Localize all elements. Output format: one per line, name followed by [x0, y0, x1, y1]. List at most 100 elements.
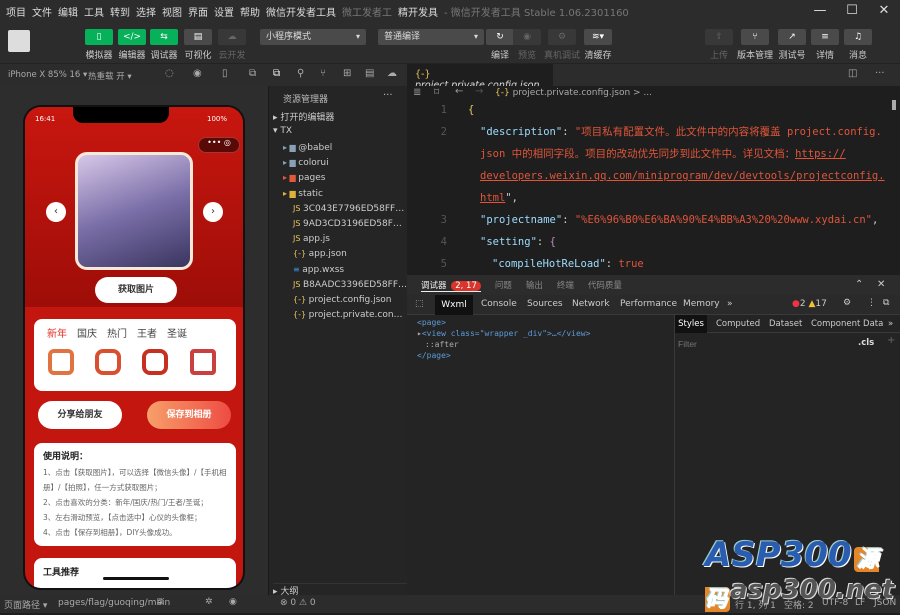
- share-button[interactable]: 分享给朋友: [38, 401, 122, 429]
- cloud-button[interactable]: ☁: [218, 29, 246, 45]
- file-tree-item[interactable]: JS B8AADC3396ED58FFD...: [283, 277, 407, 292]
- explorer-more-button[interactable]: ···: [383, 90, 393, 101]
- tab-component-data[interactable]: Component Data: [811, 319, 883, 329]
- inspect-icon[interactable]: ⬚: [415, 299, 424, 309]
- compile-mode-select[interactable]: 普通编译: [378, 29, 484, 45]
- breadcrumb[interactable]: {-} project.private.config.json > ...: [495, 88, 652, 98]
- code-link[interactable]: https://: [795, 148, 846, 160]
- undock-icon[interactable]: ⧉: [883, 298, 889, 308]
- menu-interface[interactable]: 界面: [188, 4, 208, 19]
- messages-button[interactable]: ♫: [844, 29, 872, 45]
- file-tree-item[interactable]: ▸ ▆ @babel: [283, 140, 407, 155]
- bookmark-icon[interactable]: ⌑: [434, 87, 439, 98]
- menu-settings[interactable]: 设置: [214, 4, 234, 19]
- outline-toggle-icon[interactable]: ≣: [413, 87, 421, 98]
- collapse-icon[interactable]: ⌃: [855, 279, 863, 290]
- tab-console[interactable]: Console: [481, 299, 517, 309]
- cls-button[interactable]: .cls: [858, 338, 874, 348]
- kebab-menu-icon[interactable]: ⋮: [867, 298, 876, 308]
- file-tree-item[interactable]: {-} project.config.json: [283, 292, 407, 307]
- add-rule-button[interactable]: +: [887, 335, 895, 346]
- version-button[interactable]: ⑂: [741, 29, 769, 45]
- more-tabs-button[interactable]: »: [727, 299, 733, 309]
- menu-help[interactable]: 帮助: [240, 4, 260, 19]
- tab-computed[interactable]: Computed: [716, 319, 760, 329]
- tab-issues[interactable]: 问题: [495, 279, 512, 291]
- menu-select[interactable]: 选择: [136, 4, 156, 19]
- tab-sources[interactable]: Sources: [527, 299, 563, 309]
- device-select[interactable]: iPhone X 85% 16 ▾: [8, 70, 87, 80]
- file-tree-item[interactable]: ≡ app.wxss: [283, 262, 407, 277]
- close-devtools-icon[interactable]: ✕: [877, 279, 885, 290]
- get-image-button[interactable]: 获取图片: [95, 277, 177, 303]
- maximize-button[interactable]: ☐: [836, 0, 868, 22]
- real-debug-button[interactable]: ⚙: [548, 29, 576, 45]
- minimize-button[interactable]: —: [804, 0, 836, 22]
- menu-project[interactable]: 项目: [6, 4, 26, 19]
- tab-code-quality[interactable]: 代码质量: [588, 279, 622, 291]
- menu-goto[interactable]: 转到: [110, 4, 130, 19]
- frame-thumb[interactable]: [190, 349, 216, 375]
- menu-tools[interactable]: 工具: [84, 4, 104, 19]
- save-to-album-button[interactable]: 保存到相册: [147, 401, 231, 429]
- split-editor-icon[interactable]: ◫: [848, 68, 857, 79]
- tab-wxml[interactable]: Wxml: [435, 295, 473, 315]
- rotate-icon[interactable]: ◌: [165, 68, 174, 79]
- problems-count[interactable]: ⊗ 0 ⚠ 0: [280, 598, 316, 608]
- upload-button[interactable]: ⇧: [705, 29, 733, 45]
- wxml-node[interactable]: <page>: [417, 317, 590, 328]
- styles-filter-input[interactable]: [678, 337, 848, 351]
- frame-thumb[interactable]: [48, 349, 74, 375]
- file-tree-item[interactable]: JS 3C043E7796ED58FF5A...: [283, 201, 407, 216]
- tab-performance[interactable]: Performance: [620, 299, 677, 309]
- page-path-label[interactable]: 页面路径 ▾: [4, 598, 47, 611]
- file-tree-item[interactable]: {-} project.private.config.js...: [283, 307, 407, 322]
- source-control-icon[interactable]: ⑂: [320, 68, 326, 79]
- bug-status-icon[interactable]: ✲: [205, 597, 213, 607]
- more-style-tabs[interactable]: »: [888, 319, 893, 329]
- back-icon[interactable]: ←: [455, 86, 463, 97]
- tab-dataset[interactable]: Dataset: [769, 319, 802, 329]
- eye-status-icon[interactable]: ◉: [229, 597, 237, 607]
- project-root[interactable]: ▾ TX: [273, 126, 292, 136]
- category-tab-national[interactable]: 国庆: [77, 325, 97, 340]
- wxml-node[interactable]: <view class="wrapper _div">…</view>: [422, 329, 591, 338]
- file-tree-item[interactable]: {-} app.json: [283, 246, 407, 261]
- settings-gear-icon[interactable]: ⚙: [843, 298, 851, 308]
- category-tab-hot[interactable]: 热门: [107, 325, 127, 340]
- file-tree-item[interactable]: JS app.js: [283, 231, 407, 246]
- device-icon[interactable]: ▯: [222, 68, 228, 79]
- search-icon[interactable]: ⚲: [297, 68, 304, 79]
- menu-file[interactable]: 文件: [32, 4, 52, 19]
- docker-icon[interactable]: ☁: [387, 68, 397, 79]
- clear-cache-button[interactable]: ≋▾: [584, 29, 612, 45]
- file-tree-item[interactable]: JS 9AD3CD3196ED58FFF...: [283, 216, 407, 231]
- avatar-preview-image[interactable]: [75, 152, 193, 270]
- simulator-button[interactable]: ▯: [85, 29, 113, 45]
- mode-select[interactable]: 小程序模式: [260, 29, 366, 45]
- open-editors-section[interactable]: ▸ 打开的编辑器: [273, 110, 334, 123]
- tab-memory[interactable]: Memory: [683, 299, 720, 309]
- hot-reload-select[interactable]: 热重载 开 ▾: [88, 70, 132, 82]
- next-arrow-button[interactable]: ›: [203, 202, 223, 222]
- tab-terminal[interactable]: 终端: [557, 279, 574, 291]
- test-account-button[interactable]: ↗: [778, 29, 806, 45]
- tab-debugger[interactable]: 调试器 2, 17: [421, 279, 481, 292]
- popout-icon[interactable]: ⧉: [249, 68, 256, 79]
- debugger-button[interactable]: ⇆: [150, 29, 178, 45]
- wxml-node[interactable]: </page>: [417, 350, 590, 361]
- record-icon[interactable]: ◉: [193, 68, 202, 79]
- tab-project-private-config[interactable]: {-} project.private.config.json ✕: [407, 64, 553, 102]
- tab-output[interactable]: 输出: [526, 279, 543, 291]
- menu-wechat-devtools[interactable]: 微信开发者工具: [266, 4, 336, 19]
- wxml-pseudo[interactable]: ::after: [417, 339, 590, 350]
- code-link[interactable]: developers.weixin.qq.com/miniprogram/dev…: [480, 170, 885, 182]
- code-editor[interactable]: ≣ ⌑ ← → {-} project.private.config.json …: [407, 86, 900, 275]
- file-tree-item[interactable]: ▸ ▆ static: [283, 186, 407, 201]
- visual-button[interactable]: ▤: [184, 29, 212, 45]
- frame-thumb[interactable]: [95, 349, 121, 375]
- files-icon[interactable]: ⧉: [273, 68, 280, 79]
- frame-thumb[interactable]: [142, 349, 168, 375]
- category-tab-christmas[interactable]: 圣诞: [167, 325, 187, 340]
- prev-arrow-button[interactable]: ‹: [46, 202, 66, 222]
